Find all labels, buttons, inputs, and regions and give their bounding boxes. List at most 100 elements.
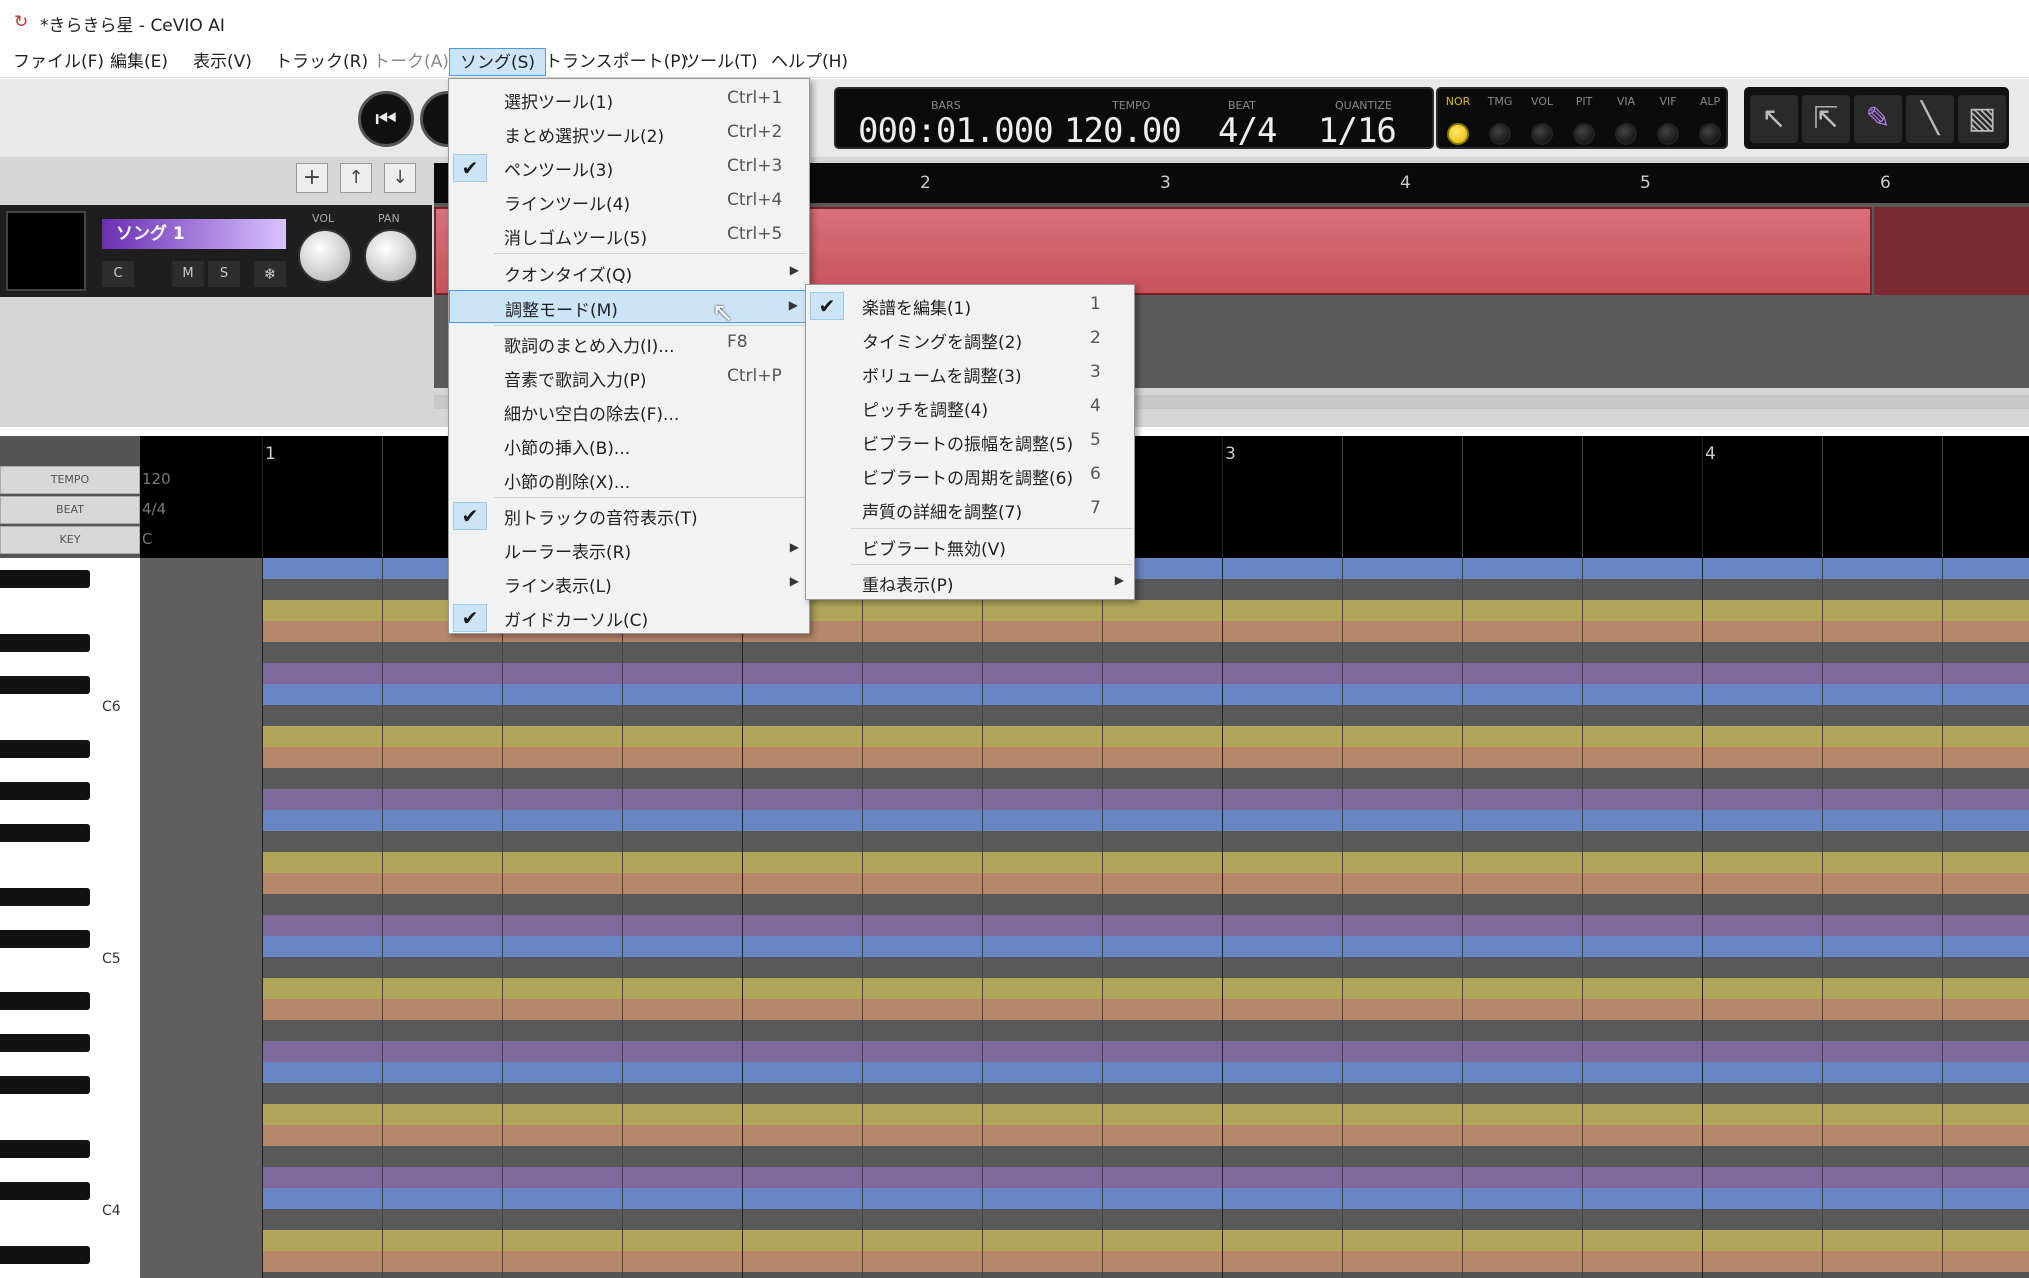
note-lane[interactable]	[262, 873, 2029, 894]
note-lane[interactable]	[262, 768, 2029, 789]
note-lane[interactable]	[262, 1188, 2029, 1209]
tmg-led[interactable]	[1489, 123, 1511, 145]
submenu-item-timing[interactable]: タイミングを調整(2) 2	[806, 323, 1134, 356]
menu-item-remove-gaps[interactable]: 細かい空白の除去(F)...	[449, 395, 809, 428]
track-c-button[interactable]: C	[102, 261, 134, 287]
menu-edit[interactable]: 編集(E)	[100, 48, 178, 76]
freeze-icon[interactable]: ❄	[254, 261, 286, 287]
alp-led[interactable]	[1699, 123, 1721, 145]
black-key[interactable]	[0, 1034, 90, 1052]
key-row-value[interactable]: C	[142, 530, 152, 548]
note-lane[interactable]	[262, 1209, 2029, 1230]
note-lane[interactable]	[262, 1041, 2029, 1062]
menu-item-quantize[interactable]: クオンタイズ(Q) ▶	[449, 256, 809, 289]
menu-item-lyrics-bulk-input[interactable]: 歌詞のまとめ入力(I)... F8	[449, 327, 809, 360]
note-lane[interactable]	[262, 705, 2029, 726]
quantize-value[interactable]: 1/16	[1318, 111, 1397, 151]
black-key[interactable]	[0, 570, 90, 588]
menu-item-ruler-display[interactable]: ルーラー表示(R) ▶	[449, 533, 809, 566]
note-lane[interactable]	[262, 978, 2029, 999]
note-lane[interactable]	[262, 1146, 2029, 1167]
tempo-value[interactable]: 120.00	[1064, 111, 1182, 151]
move-track-down-button[interactable]: ↓	[384, 163, 416, 193]
note-lane[interactable]	[262, 852, 2029, 873]
menu-item-guide-cursor[interactable]: ✔ ガイドカーソル(C)	[449, 601, 809, 634]
black-key[interactable]	[0, 888, 90, 906]
track-name[interactable]: ソング 1	[102, 219, 286, 249]
menu-song[interactable]: ソング(S)	[449, 48, 547, 76]
menu-talk[interactable]: トーク(A)	[363, 48, 459, 76]
note-lane[interactable]	[262, 663, 2029, 684]
note-lane[interactable]	[262, 684, 2029, 705]
menu-item-other-track-notes[interactable]: ✔ 別トラックの音符表示(T)	[449, 499, 809, 532]
black-key[interactable]	[0, 1246, 90, 1264]
black-key[interactable]	[0, 676, 90, 694]
note-lane[interactable]	[262, 1230, 2029, 1251]
black-key[interactable]	[0, 992, 90, 1010]
note-lane[interactable]	[262, 999, 2029, 1020]
nor-led[interactable]	[1447, 123, 1469, 145]
note-lane[interactable]	[262, 747, 2029, 768]
black-key[interactable]	[0, 782, 90, 800]
vif-led[interactable]	[1657, 123, 1679, 145]
bars-value[interactable]: 000:01.000	[858, 111, 1054, 151]
menu-view[interactable]: 表示(V)	[183, 48, 262, 76]
vol-led[interactable]	[1531, 123, 1553, 145]
submenu-item-pitch[interactable]: ピッチを調整(4) 4	[806, 391, 1134, 424]
submenu-item-voice-detail[interactable]: 声質の詳細を調整(7) 7	[806, 493, 1134, 526]
note-lane[interactable]	[262, 957, 2029, 978]
menu-item-select-tool[interactable]: 選択ツール(1) Ctrl+1	[449, 83, 809, 116]
pen-tool-icon[interactable]: ✎	[1854, 95, 1902, 143]
note-lane[interactable]	[262, 1104, 2029, 1125]
black-key[interactable]	[0, 824, 90, 842]
note-lane[interactable]	[262, 894, 2029, 915]
menu-item-delete-bars[interactable]: 小節の削除(X)...	[449, 463, 809, 496]
black-key[interactable]	[0, 1140, 90, 1158]
via-led[interactable]	[1615, 123, 1637, 145]
note-lane[interactable]	[262, 1125, 2029, 1146]
note-lane[interactable]	[262, 1062, 2029, 1083]
tempo-row-value[interactable]: 120	[142, 470, 171, 488]
menu-item-insert-bars[interactable]: 小節の挿入(B)...	[449, 429, 809, 462]
black-key[interactable]	[0, 740, 90, 758]
note-lane[interactable]	[262, 1020, 2029, 1041]
rewind-button[interactable]: ⏮	[358, 91, 414, 147]
pit-led[interactable]	[1573, 123, 1595, 145]
menu-file[interactable]: ファイル(F)	[3, 48, 114, 76]
note-lane[interactable]	[262, 789, 2029, 810]
menu-item-eraser-tool[interactable]: 消しゴムツール(5) Ctrl+5	[449, 219, 809, 252]
black-key[interactable]	[0, 634, 90, 652]
submenu-item-vibrato-period[interactable]: ビブラートの周期を調整(6) 6	[806, 459, 1134, 492]
menu-item-adjust-mode[interactable]: 調整モード(M) ▶	[449, 290, 809, 323]
note-lane[interactable]	[262, 1251, 2029, 1272]
black-key[interactable]	[0, 1182, 90, 1200]
black-key[interactable]	[0, 1076, 90, 1094]
submenu-item-overlay-display[interactable]: 重ね表示(P) ▶	[806, 566, 1134, 599]
note-lane[interactable]	[262, 1083, 2029, 1104]
menu-item-phoneme-lyrics[interactable]: 音素で歌詞入力(P) Ctrl+P	[449, 361, 809, 394]
note-lane[interactable]	[262, 810, 2029, 831]
note-lane[interactable]	[262, 915, 2029, 936]
eraser-tool-icon[interactable]: ▧	[1958, 95, 2006, 143]
move-track-up-button[interactable]: ↑	[340, 163, 372, 193]
piano-keyboard[interactable]: C6 C5 C4	[0, 558, 140, 1278]
menu-track[interactable]: トラック(R)	[265, 48, 378, 76]
solo-button[interactable]: S	[208, 261, 240, 287]
submenu-item-vibrato-amplitude[interactable]: ビブラートの振幅を調整(5) 5	[806, 425, 1134, 458]
menu-item-multi-select-tool[interactable]: まとめ選択ツール(2) Ctrl+2	[449, 117, 809, 150]
menu-item-line-display[interactable]: ライン表示(L) ▶	[449, 567, 809, 600]
note-lane[interactable]	[262, 936, 2029, 957]
note-lane[interactable]	[262, 1167, 2029, 1188]
volume-knob[interactable]	[298, 229, 352, 283]
select-tool-icon[interactable]: ↖	[1750, 95, 1798, 143]
submenu-item-disable-vibrato[interactable]: ビブラート無効(V)	[806, 530, 1134, 563]
submenu-item-volume[interactable]: ボリュームを調整(3) 3	[806, 357, 1134, 390]
singer-avatar[interactable]	[6, 211, 86, 291]
beat-value[interactable]: 4/4	[1218, 111, 1277, 151]
menu-item-line-tool[interactable]: ラインツール(4) Ctrl+4	[449, 185, 809, 218]
line-tool-icon[interactable]: ╲	[1906, 95, 1954, 143]
note-lane[interactable]	[262, 831, 2029, 852]
menu-help[interactable]: ヘルプ(H)	[761, 48, 858, 76]
menu-tools[interactable]: ツール(T)	[673, 48, 768, 76]
mute-button[interactable]: M	[172, 261, 204, 287]
